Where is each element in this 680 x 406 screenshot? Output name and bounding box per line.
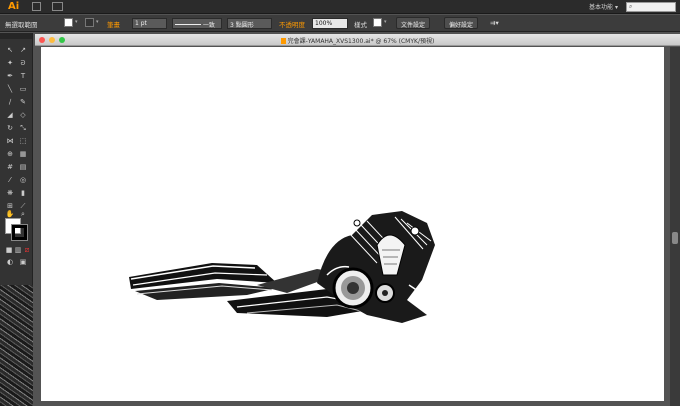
- chevron-down-icon[interactable]: ▾: [96, 19, 99, 25]
- direct-selection-icon[interactable]: ↗: [18, 45, 28, 55]
- document-window: 完會課-YAMAHA_XVS1300.ai* @ 67% (CMYK/預視): [35, 34, 680, 406]
- workspace-label: 基本功能: [589, 4, 614, 11]
- stroke-label[interactable]: 筆畫: [107, 19, 120, 29]
- selection-tool-icon[interactable]: ↖: [5, 45, 15, 55]
- brush-dropdown[interactable]: 3 點圓形: [227, 18, 272, 29]
- chevron-down-icon[interactable]: ▾: [75, 19, 78, 25]
- type-tool-icon[interactable]: T: [18, 71, 28, 81]
- stroke-weight-field[interactable]: 1 pt: [132, 18, 167, 29]
- minimize-window-button[interactable]: [49, 37, 55, 43]
- free-transform-icon[interactable]: ⬚: [18, 136, 28, 146]
- tools-panel: ↖ ↗ ✦ ᘐ ✒ T ╲ ▭ ∕ ✎ ◢ ◇ ↻ ⤡ ⋈ ⬚ ⊕ ▦ # ▤ …: [0, 33, 33, 406]
- gradient-tool-icon[interactable]: ▤: [18, 162, 28, 172]
- vertical-scrollbar[interactable]: [670, 47, 680, 406]
- document-setup-button[interactable]: 文件設定: [396, 17, 431, 29]
- graphic-style-swatch[interactable]: [373, 18, 382, 27]
- workspace-switcher[interactable]: 基本功能 ▾: [589, 2, 618, 11]
- graph-tool-icon[interactable]: ▮: [18, 188, 28, 198]
- document-title: 完會課-YAMAHA_XVS1300.ai* @ 67% (CMYK/預視): [35, 36, 680, 45]
- line-tool-icon[interactable]: ╲: [5, 84, 15, 94]
- stroke-line-preview: [175, 24, 201, 25]
- perspective-grid-icon[interactable]: ▦: [18, 149, 28, 159]
- search-icon: ⌕: [629, 3, 633, 10]
- app-bar: Ai 基本功能 ▾ ⌕: [0, 0, 680, 14]
- preferences-button[interactable]: 偏好設定: [444, 17, 479, 29]
- zoom-window-button[interactable]: [59, 37, 65, 43]
- ai-file-icon: [280, 38, 286, 44]
- pen-tool-icon[interactable]: ✒: [5, 71, 15, 81]
- stroke-style-label: 一致: [202, 22, 215, 29]
- blob-brush-icon[interactable]: ◢: [5, 110, 15, 120]
- search-input[interactable]: ⌕: [626, 2, 676, 12]
- tools-panel-header[interactable]: [0, 33, 32, 39]
- width-tool-icon[interactable]: ⋈: [5, 136, 15, 146]
- none-mode-icon[interactable]: ⧄: [22, 245, 32, 255]
- artboard-canvas[interactable]: [41, 47, 664, 401]
- chevron-down-icon: ▾: [614, 4, 618, 11]
- paintbrush-icon[interactable]: ∕: [5, 97, 15, 107]
- arrange-icon[interactable]: ⇉▾: [490, 19, 499, 27]
- scrollbar-thumb[interactable]: [672, 232, 678, 244]
- lasso-icon[interactable]: ᘐ: [18, 58, 28, 68]
- stroke-profile-dropdown[interactable]: 一致: [172, 18, 222, 29]
- ai-logo: Ai: [8, 1, 20, 12]
- eraser-icon[interactable]: ◇: [18, 110, 28, 120]
- close-window-button[interactable]: [39, 37, 45, 43]
- style-label: 樣式: [354, 21, 367, 29]
- symbol-sprayer-icon[interactable]: ❋: [5, 188, 15, 198]
- shape-builder-icon[interactable]: ⊕: [5, 149, 15, 159]
- bridge-icon[interactable]: [32, 2, 41, 11]
- motorcycle-engine-artwork[interactable]: [127, 205, 437, 325]
- document-title-bar[interactable]: 完會課-YAMAHA_XVS1300.ai* @ 67% (CMYK/預視): [35, 34, 680, 46]
- screen-mode-icon[interactable]: ▣: [18, 257, 28, 267]
- arrange-documents-icon[interactable]: [52, 2, 63, 11]
- opacity-label[interactable]: 不透明度: [279, 19, 305, 29]
- selection-status: 無選取範圍: [5, 21, 38, 29]
- stroke-color-box[interactable]: [11, 224, 28, 241]
- opacity-field[interactable]: 100%: [312, 18, 348, 29]
- control-bar: 無選取範圍 ▾ ▾ 筆畫 1 pt 一致 3 點圓形 不透明度 100% 樣式 …: [0, 15, 680, 32]
- scale-tool-icon[interactable]: ⤡: [18, 123, 28, 133]
- magic-wand-icon[interactable]: ✦: [5, 58, 15, 68]
- blend-tool-icon[interactable]: ◎: [18, 175, 28, 185]
- chevron-down-icon[interactable]: ▾: [384, 19, 387, 25]
- fill-swatch[interactable]: [64, 18, 73, 27]
- rectangle-tool-icon[interactable]: ▭: [18, 84, 28, 94]
- stroke-swatch[interactable]: [85, 18, 94, 27]
- pencil-icon[interactable]: ✎: [18, 97, 28, 107]
- rotate-tool-icon[interactable]: ↻: [5, 123, 15, 133]
- document-title-text: 完會課-YAMAHA_XVS1300.ai* @ 67% (CMYK/預視): [287, 38, 435, 45]
- mesh-tool-icon[interactable]: #: [5, 162, 15, 172]
- draw-mode-icon[interactable]: ◐: [5, 257, 15, 267]
- eyedropper-icon[interactable]: ⁄: [5, 175, 15, 185]
- navigator-thumbnail: [0, 285, 33, 406]
